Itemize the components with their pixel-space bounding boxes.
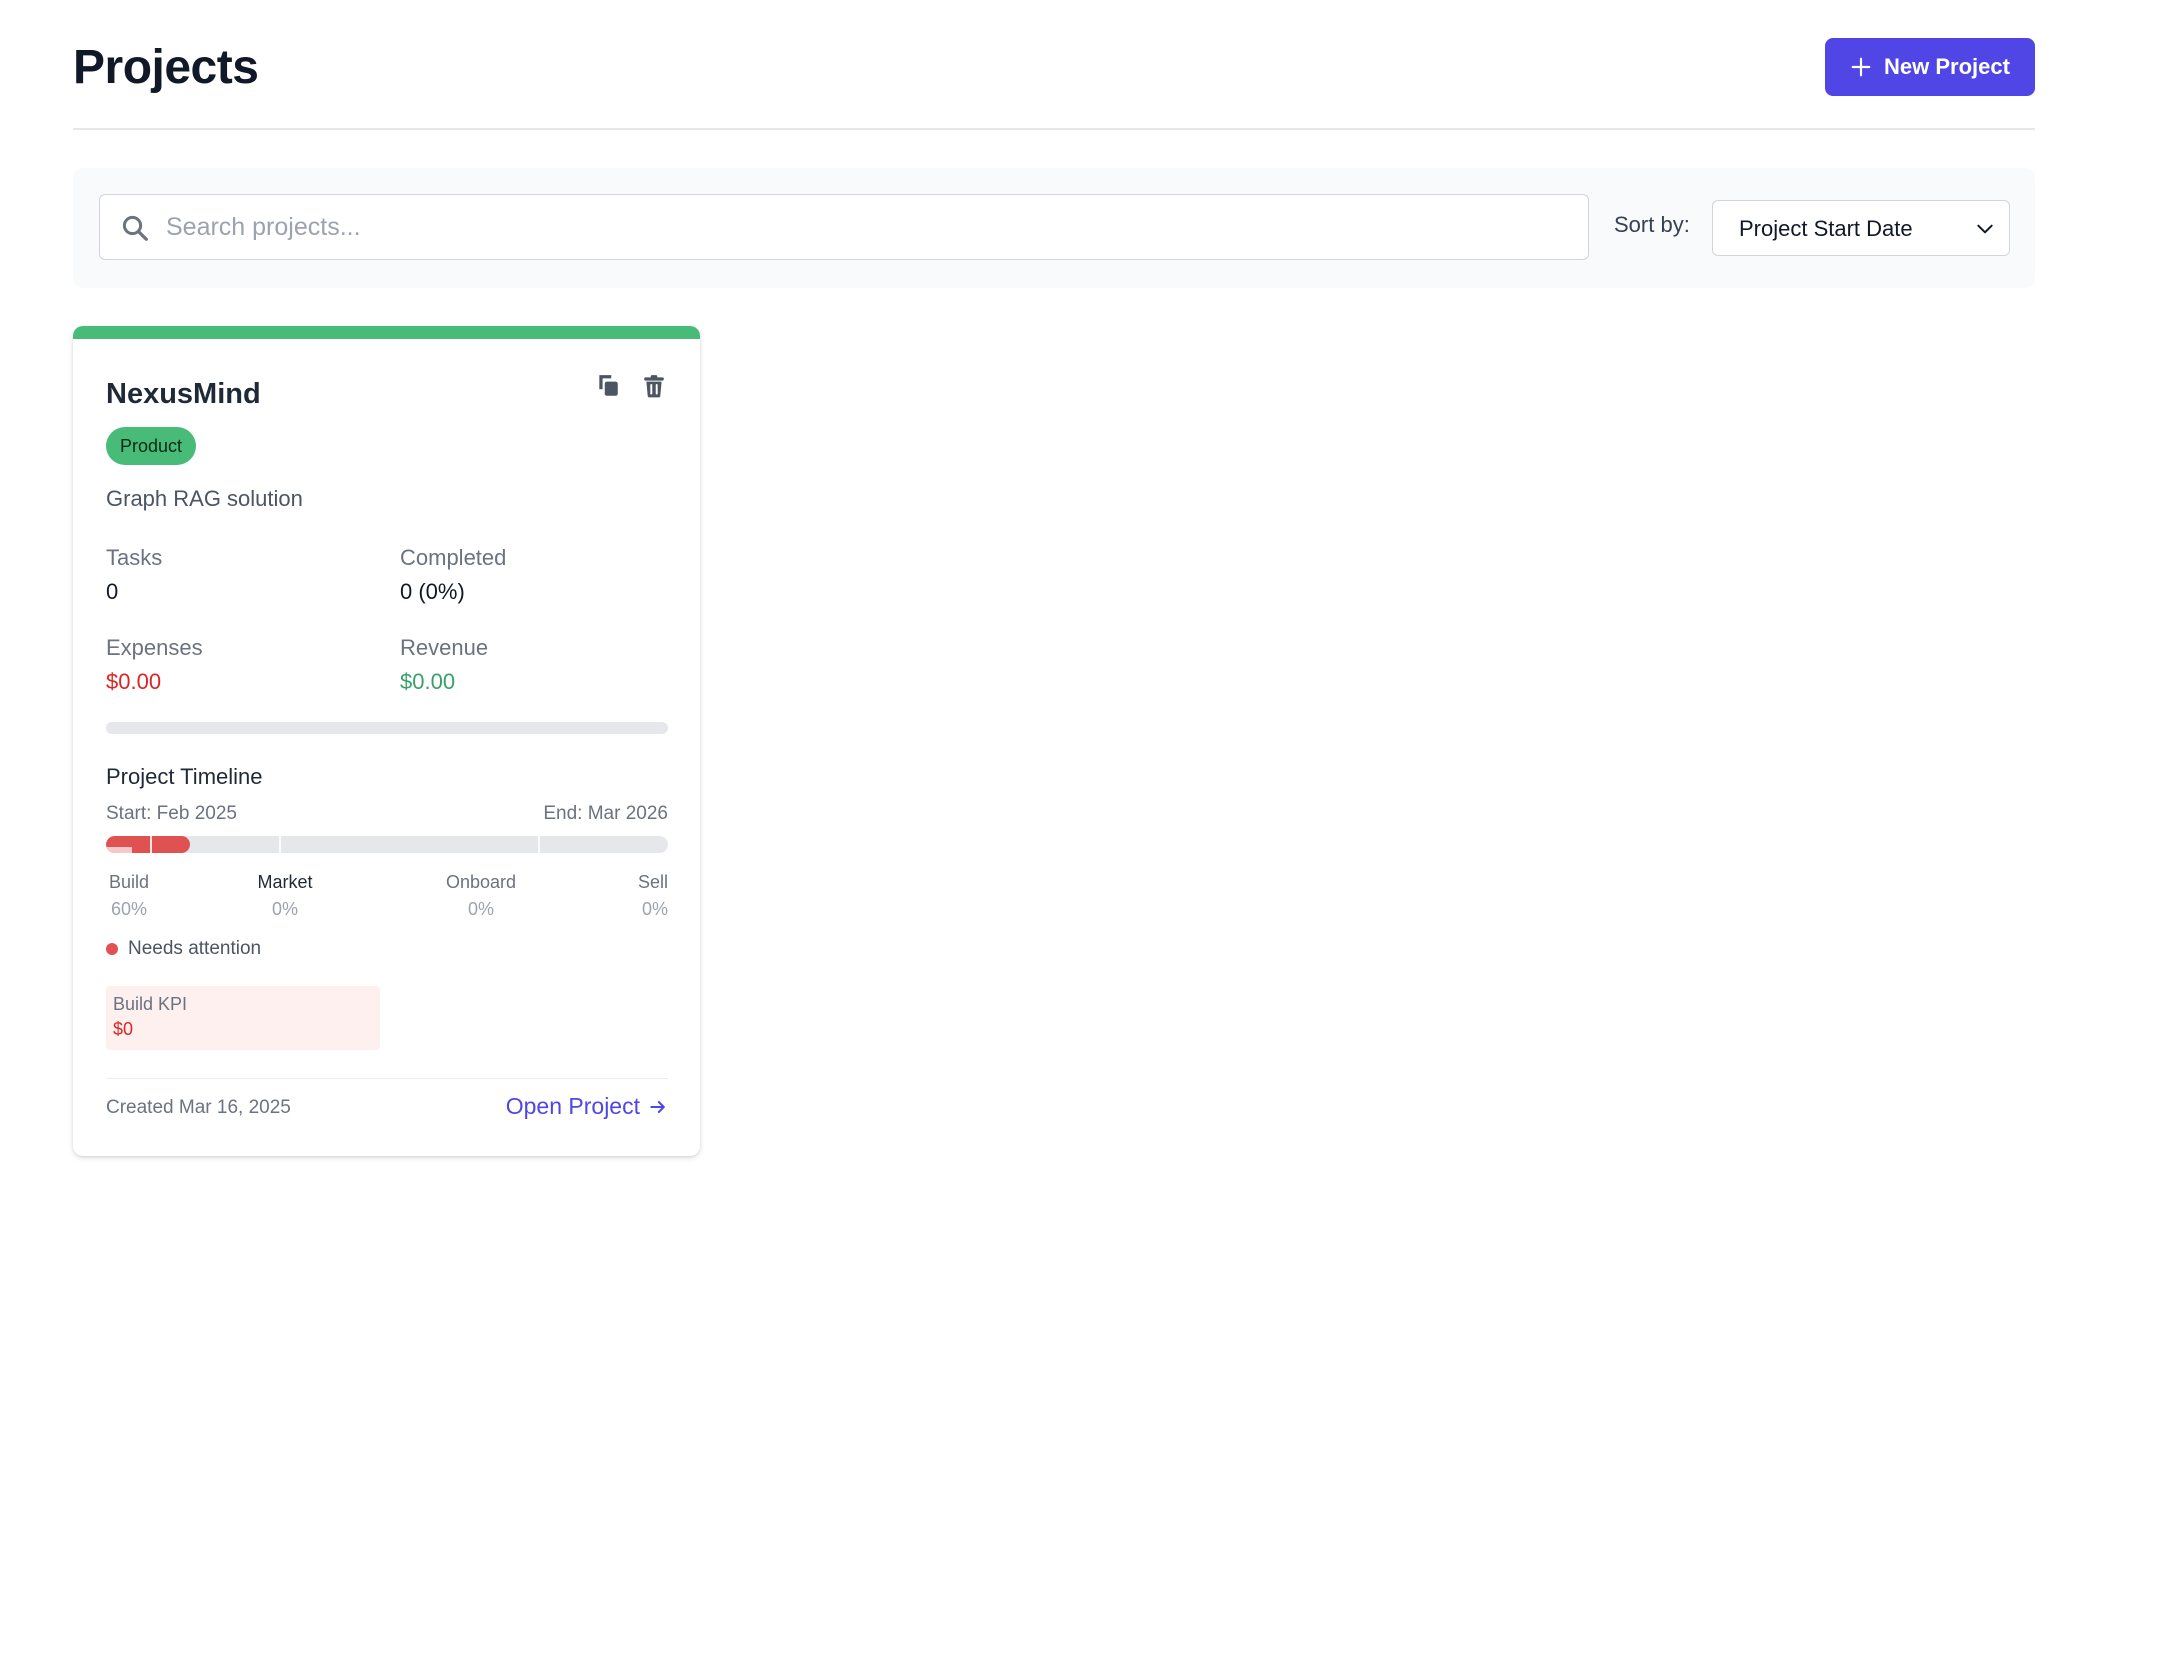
phase-divider (538, 836, 540, 853)
open-project-label: Open Project (505, 1093, 640, 1119)
stat-label: Revenue (400, 635, 489, 660)
card-body: NexusMind Product Graph RAG solution Tas… (106, 326, 668, 1156)
timeline-title: Project Timeline (106, 764, 263, 789)
project-card[interactable]: NexusMind Product Graph RAG solution Tas… (73, 326, 700, 1156)
search-box[interactable] (99, 194, 1589, 260)
status-dot-icon (106, 943, 118, 955)
stat-label: Completed (400, 545, 507, 570)
stat-revenue: Revenue $0.00 (400, 635, 660, 695)
status-text: Needs attention (128, 938, 262, 959)
phase-divider (150, 836, 152, 853)
plus-icon (1851, 57, 1871, 77)
duplicate-button[interactable] (594, 372, 622, 400)
phase-name: Build (108, 872, 150, 892)
search-input[interactable] (164, 195, 1568, 259)
phase-build: Build 60% (106, 872, 152, 920)
stat-completed: Completed 0 (0%) (400, 545, 660, 605)
timeline-today-tick (106, 847, 132, 853)
category-badge: Product (106, 427, 197, 465)
phase-name: Onboard (445, 872, 517, 892)
timeline-bar (106, 836, 668, 853)
projects-page: Projects New Project Sort by: Project St… (0, 0, 2164, 1680)
copy-icon (599, 375, 618, 396)
filter-toolbar: Sort by: Project Start Date (73, 168, 2035, 288)
task-progress-bar (106, 722, 668, 734)
phase-divider (279, 836, 281, 853)
card-footer-divider (106, 1078, 668, 1079)
page-title: Projects (73, 41, 259, 94)
stat-value: $0.00 (106, 669, 162, 694)
open-project-link[interactable]: Open Project (506, 1093, 668, 1120)
new-project-button[interactable]: New Project (1825, 38, 2035, 96)
phase-sell: Sell 0% (616, 872, 668, 920)
timeline-end: End: Mar 2026 (543, 803, 668, 824)
sort-select[interactable]: Project Start Date (1712, 200, 2010, 256)
kpi-value: $0 (113, 1019, 134, 1039)
stat-label: Tasks (106, 545, 163, 570)
arrow-right-icon (650, 1100, 665, 1113)
search-icon (122, 215, 148, 241)
phase-name: Sell (637, 872, 668, 892)
new-project-label: New Project (1884, 54, 2010, 79)
card-actions (594, 372, 668, 400)
project-description: Graph RAG solution (106, 486, 303, 511)
phase-value: 0% (467, 899, 494, 919)
stat-value: 0 (0%) (400, 579, 465, 604)
page-header: Projects New Project (73, 38, 2035, 130)
phase-market: Market 0% (232, 872, 338, 920)
delete-button[interactable] (640, 372, 668, 400)
chevron-down-icon (1977, 224, 1993, 234)
stat-expenses: Expenses $0.00 (106, 635, 366, 695)
sort-label: Sort by: (1614, 212, 1690, 237)
phase-onboard: Onboard 0% (431, 872, 531, 920)
phase-name: Market (257, 872, 313, 892)
created-date: Created Mar 16, 2025 (106, 1097, 291, 1118)
timeline-start: Start: Feb 2025 (106, 803, 237, 824)
kpi-label: Build KPI (113, 994, 188, 1014)
project-name: NexusMind (106, 378, 261, 410)
stat-label: Expenses (106, 635, 203, 660)
kpi-box: Build KPI $0 (106, 986, 380, 1050)
phase-value: 60% (110, 899, 148, 919)
sort-selected-value: Project Start Date (1739, 216, 1913, 241)
stat-value: $0.00 (400, 669, 456, 694)
stat-tasks: Tasks 0 (106, 545, 366, 605)
trash-icon (644, 375, 664, 398)
status-indicator: Needs attention (106, 938, 261, 960)
phase-value: 0% (641, 899, 668, 919)
phase-value: 0% (271, 899, 298, 919)
stat-value: 0 (106, 579, 119, 604)
